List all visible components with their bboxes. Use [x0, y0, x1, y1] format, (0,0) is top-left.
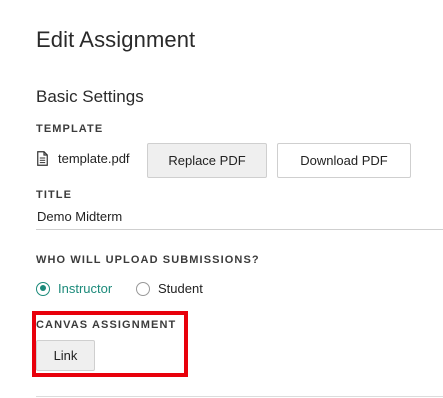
- bottom-divider: [36, 396, 443, 397]
- radio-student[interactable]: Student: [136, 281, 203, 296]
- upload-label: WHO WILL UPLOAD SUBMISSIONS?: [36, 254, 260, 266]
- canvas-assignment-label: CANVAS ASSIGNMENT: [36, 319, 177, 331]
- download-pdf-button[interactable]: Download PDF: [277, 143, 411, 178]
- radio-student-indicator[interactable]: [136, 281, 150, 296]
- radio-instructor-label: Instructor: [58, 281, 113, 296]
- file-icon: [37, 151, 48, 166]
- radio-student-label: Student: [158, 281, 203, 296]
- template-label: TEMPLATE: [36, 123, 104, 135]
- canvas-link-button[interactable]: Link: [36, 340, 95, 371]
- radio-instructor[interactable]: Instructor: [36, 281, 112, 296]
- replace-pdf-button[interactable]: Replace PDF: [147, 143, 267, 178]
- template-file-name[interactable]: template.pdf: [58, 151, 130, 166]
- title-label: TITLE: [36, 189, 73, 201]
- radio-instructor-indicator[interactable]: [36, 281, 50, 296]
- title-input-underline: [36, 229, 443, 230]
- basic-settings-heading: Basic Settings: [36, 87, 144, 106]
- title-input[interactable]: Demo Midterm: [37, 209, 122, 224]
- page-title: Edit Assignment: [36, 27, 196, 52]
